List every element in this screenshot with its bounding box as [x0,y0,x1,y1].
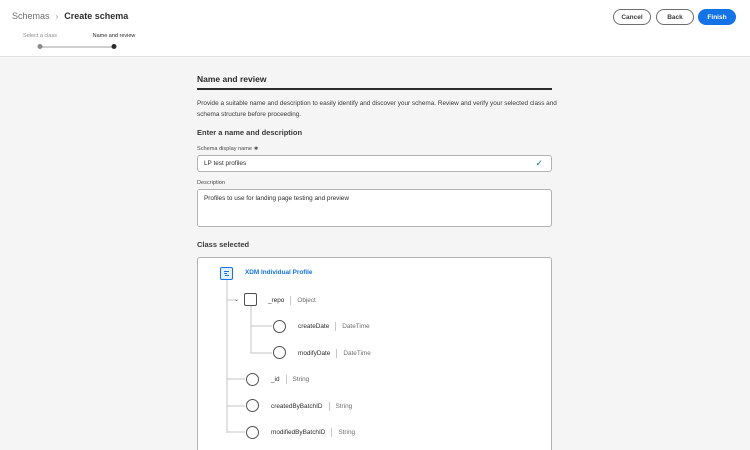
field-type: Object [297,296,316,304]
display-name-label: Schema display name ✱ [197,146,258,152]
field-name: createDate [298,322,330,330]
breadcrumb-chevron-icon: › [55,11,59,21]
class-tree: XDM Individual Profile ⌄ _repo Object cr… [197,257,552,450]
field-icon [246,426,259,439]
field-name: _id [271,375,280,383]
step-connector [40,45,114,48]
class-icon [220,267,233,280]
field-type: String [292,375,310,383]
breadcrumb-schemas-link[interactable]: Schemas [12,11,50,21]
tree-connector-lines [226,280,272,433]
breadcrumb: Schemas › Create schema [12,11,128,21]
object-icon [244,293,257,306]
field-type: DateTime [342,322,370,330]
breadcrumb-current: Create schema [64,11,129,21]
tree-node-createdate[interactable]: createDate DateTime [298,320,370,332]
class-section-heading: Class selected [197,240,250,249]
field-name: _repo [268,296,285,304]
chevron-down-icon[interactable]: ⌄ [234,296,239,303]
finish-button[interactable]: Finish [698,9,736,25]
display-name-input[interactable]: LP test profiles ✓ [197,155,552,172]
type-separator [335,321,337,331]
step-dot-current-icon [111,44,117,49]
title-divider [197,88,552,90]
wizard-stepper: Select a class Name and review [0,31,180,53]
tree-node-createdbybatchid[interactable]: createdByBatchID String [271,400,352,412]
cancel-button[interactable]: Cancel [613,9,651,25]
tree-node-modifydate[interactable]: modifyDate DateTime [298,347,371,359]
field-name: createdByBatchID [271,402,323,410]
step-label-select-class[interactable]: Select a class [23,33,57,39]
display-name-label-text: Schema display name [197,146,253,152]
field-type: String [335,402,353,410]
description-value: Profiles to use for landing page testing… [204,195,349,202]
field-icon [246,373,259,386]
field-type: DateTime [343,349,371,357]
required-asterisk-icon: ✱ [254,146,259,152]
step-dot-complete-icon [37,44,43,49]
type-separator [285,374,287,384]
checkmark-icon: ✓ [535,158,543,168]
tree-node-modifiedbybatchid[interactable]: modifiedByBatchID String [271,426,355,438]
type-separator [290,295,292,305]
description-label: Description [197,180,225,186]
type-separator [331,427,333,437]
tree-node-repo[interactable]: _repo Object [268,294,316,306]
header-bar: Schemas › Create schema Select a class N… [0,0,750,57]
root-class-name[interactable]: XDM Individual Profile [245,269,312,276]
type-separator [328,401,330,411]
page-title: Name and review [197,74,267,84]
step-label-name-review: Name and review [92,33,136,39]
back-button[interactable]: Back [656,9,694,25]
field-icon [246,399,259,412]
type-separator [336,348,338,358]
tree-node-id[interactable]: _id String [271,373,309,385]
field-name: modifiedByBatchID [271,428,326,436]
intro-text: Provide a suitable name and description … [197,100,557,118]
field-name: modifyDate [298,349,331,357]
field-icon [273,346,286,359]
field-type: String [338,428,356,436]
display-name-value: LP test profiles [204,160,247,167]
description-textarea[interactable]: Profiles to use for landing page testing… [197,189,552,227]
name-section-heading: Enter a name and description [197,128,303,137]
field-icon [273,320,286,333]
